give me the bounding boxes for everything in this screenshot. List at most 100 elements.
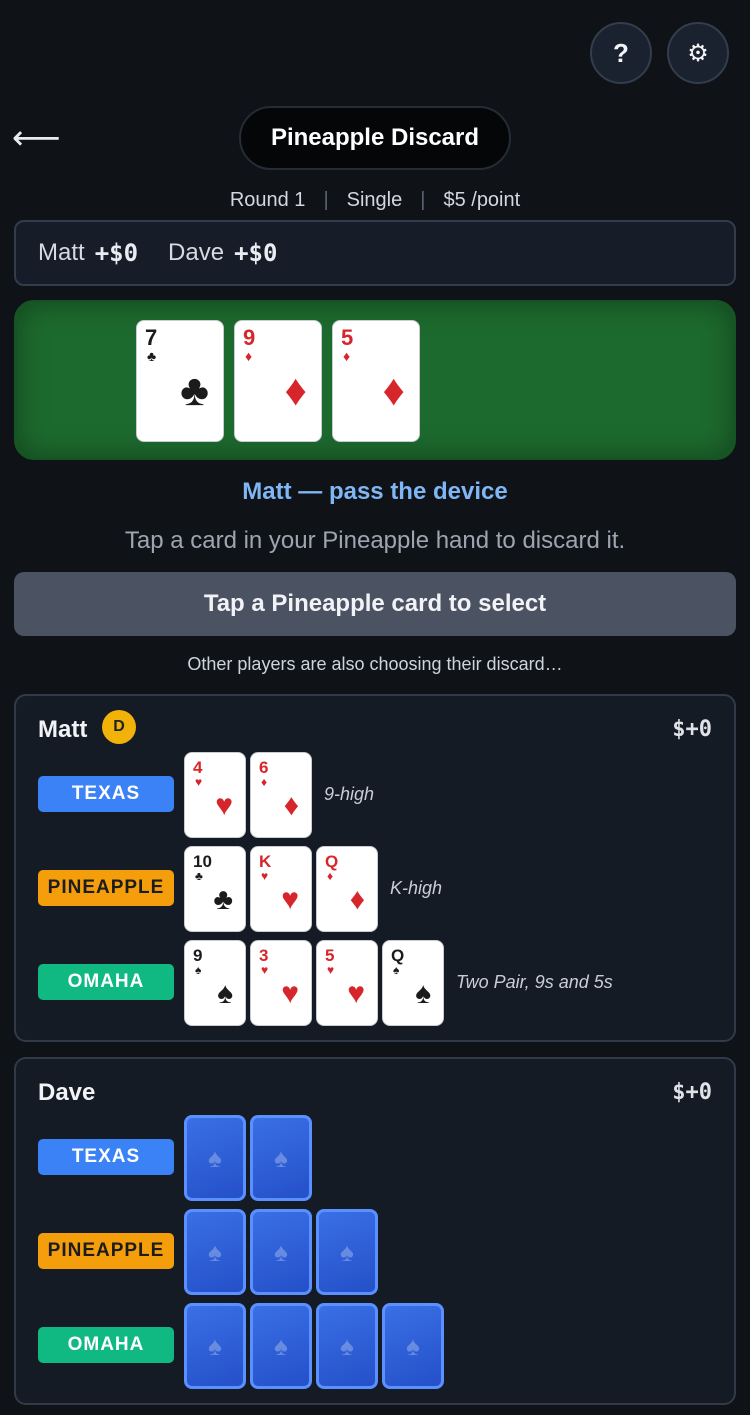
hand-description: 9-high bbox=[324, 784, 375, 804]
card-suit-small: ♠ bbox=[393, 963, 400, 977]
player-name: Matt bbox=[38, 716, 88, 743]
card-back: ♠ bbox=[184, 1209, 246, 1295]
card-back: ♠ bbox=[316, 1303, 378, 1389]
card-rank: 6 bbox=[259, 758, 269, 777]
divider: | bbox=[420, 188, 426, 211]
card-suit-small: ♦ bbox=[327, 869, 334, 883]
card-back: ♠ bbox=[184, 1115, 246, 1201]
spade-icon: ♠ bbox=[208, 1236, 222, 1267]
spade-icon: ♠ bbox=[340, 1330, 354, 1361]
card-suit-pip: ♣ bbox=[180, 366, 209, 415]
card-rank: Q bbox=[325, 852, 339, 871]
others-note: Other players are also choosing their di… bbox=[187, 654, 563, 674]
playing-card[interactable]: Q ♦ ♦ bbox=[316, 846, 378, 932]
card-suit-pip: ♦ bbox=[349, 883, 365, 916]
game-badge-texas: TEXAS bbox=[38, 776, 174, 812]
card-rank: 5 bbox=[341, 325, 354, 350]
card-suit-pip: ♠ bbox=[415, 977, 431, 1010]
divider: | bbox=[323, 188, 329, 211]
hand-description: Two Pair, 9s and 5s bbox=[456, 972, 613, 992]
hand-description: K-high bbox=[390, 878, 443, 898]
spade-icon: ♠ bbox=[274, 1142, 288, 1173]
help-button[interactable]: ? bbox=[590, 22, 652, 84]
card-suit-pip: ♦ bbox=[284, 366, 307, 415]
card-suit-pip: ♥ bbox=[215, 789, 233, 822]
dealer-badge: D bbox=[102, 710, 136, 744]
player-panel-dave: Dave $+0 TEXAS ♠ ♠ PINEAPPLE ♠ ♠ ♠ OMAHA ♠ ♠ ♠ ♠ bbox=[14, 1057, 736, 1405]
card-suit-pip: ♠ bbox=[217, 977, 233, 1010]
card-suit-small: ♣ bbox=[195, 869, 203, 883]
spade-icon: ♠ bbox=[274, 1330, 288, 1361]
card-rank: 10 bbox=[193, 852, 212, 871]
game-meta: Round 1 | Single | $5 /point bbox=[0, 186, 750, 214]
card-suit-pip: ♦ bbox=[283, 789, 299, 822]
card-suit-pip: ♦ bbox=[382, 366, 405, 415]
card-suit-small: ♦ bbox=[343, 348, 351, 364]
help-icon: ? bbox=[613, 37, 629, 68]
page-title: Pineapple Discard bbox=[239, 106, 511, 170]
card-rank: K bbox=[259, 852, 272, 871]
playing-card[interactable]: Q ♠ ♠ bbox=[382, 940, 444, 1026]
card-back: ♠ bbox=[184, 1303, 246, 1389]
card-suit-pip: ♣ bbox=[213, 883, 233, 916]
mode-label: Single bbox=[346, 188, 403, 211]
card-back: ♠ bbox=[382, 1303, 444, 1389]
spade-icon: ♠ bbox=[208, 1330, 222, 1361]
back-arrow-icon[interactable]: ⟵ bbox=[12, 116, 61, 160]
pass-device-label: Matt — pass the device bbox=[242, 478, 508, 505]
card-suit-pip: ♥ bbox=[281, 977, 299, 1010]
card-rank: 9 bbox=[243, 325, 256, 350]
game-badge-omaha: OMAHA bbox=[38, 1327, 174, 1363]
playing-card[interactable]: 10 ♣ ♣ bbox=[184, 846, 246, 932]
card-back: ♠ bbox=[250, 1303, 312, 1389]
game-badge-omaha: OMAHA bbox=[38, 964, 174, 1000]
playing-card[interactable]: 7 ♣ ♣ bbox=[136, 320, 224, 442]
stake-label: $5 /point bbox=[443, 188, 521, 211]
spade-icon: ♠ bbox=[406, 1330, 420, 1361]
card-rank: 4 bbox=[193, 758, 203, 777]
card-rank: 9 bbox=[193, 946, 203, 965]
player-total: $+0 bbox=[672, 717, 712, 742]
card-suit-small: ♣ bbox=[147, 348, 157, 364]
card-rank: 7 bbox=[145, 325, 158, 350]
card-suit-small: ♦ bbox=[261, 775, 268, 789]
spade-icon: ♠ bbox=[274, 1236, 288, 1267]
player-panel-matt: Matt D $+0 TEXAS 4 ♥ ♥ 6 ♦ ♦ 9-high PINEAPPLE 10 ♣… bbox=[14, 694, 736, 1042]
spade-icon: ♠ bbox=[208, 1142, 222, 1173]
card-suit-small: ♥ bbox=[261, 963, 269, 977]
card-suit-small: ♥ bbox=[261, 869, 269, 883]
card-suit-small: ♥ bbox=[195, 775, 203, 789]
card-back: ♠ bbox=[316, 1209, 378, 1295]
scores-bar: Matt +$0 Dave +$0 bbox=[14, 220, 736, 286]
instruction-text: Tap a card in your Pineapple hand to dis… bbox=[124, 527, 626, 554]
playing-card[interactable]: 5 ♥ ♥ bbox=[316, 940, 378, 1026]
board-felt: 7 ♣ ♣ 9 ♦ ♦ 5 ♦ ♦ bbox=[14, 300, 736, 460]
card-rank: 3 bbox=[259, 946, 269, 965]
playing-card[interactable]: 5 ♦ ♦ bbox=[332, 320, 420, 442]
round-label: Round 1 bbox=[229, 188, 306, 211]
card-suit-small: ♥ bbox=[327, 963, 335, 977]
select-card-button[interactable]: Tap a Pineapple card to select bbox=[14, 572, 736, 636]
playing-card[interactable]: 3 ♥ ♥ bbox=[250, 940, 312, 1026]
score-player-name: Matt bbox=[38, 239, 85, 266]
score-amount: +$0 bbox=[94, 239, 139, 267]
spade-icon: ♠ bbox=[340, 1236, 354, 1267]
card-suit-small: ♠ bbox=[195, 963, 202, 977]
game-badge-texas: TEXAS bbox=[38, 1139, 174, 1175]
card-rank: 5 bbox=[325, 946, 335, 965]
card-suit-small: ♦ bbox=[245, 348, 253, 364]
settings-button[interactable]: ⚙ bbox=[667, 22, 729, 84]
gear-icon: ⚙ bbox=[687, 39, 709, 67]
player-name: Dave bbox=[38, 1079, 96, 1106]
card-back: ♠ bbox=[250, 1115, 312, 1201]
card-suit-pip: ♥ bbox=[347, 977, 365, 1010]
card-suit-pip: ♥ bbox=[281, 883, 299, 916]
playing-card[interactable]: 9 ♦ ♦ bbox=[234, 320, 322, 442]
card-rank: Q bbox=[391, 946, 405, 965]
game-badge-pineapple: PINEAPPLE bbox=[38, 1233, 174, 1269]
playing-card[interactable]: 9 ♠ ♠ bbox=[184, 940, 246, 1026]
playing-card[interactable]: 6 ♦ ♦ bbox=[250, 752, 312, 838]
playing-card[interactable]: K ♥ ♥ bbox=[250, 846, 312, 932]
card-back: ♠ bbox=[250, 1209, 312, 1295]
playing-card[interactable]: 4 ♥ ♥ bbox=[184, 752, 246, 838]
